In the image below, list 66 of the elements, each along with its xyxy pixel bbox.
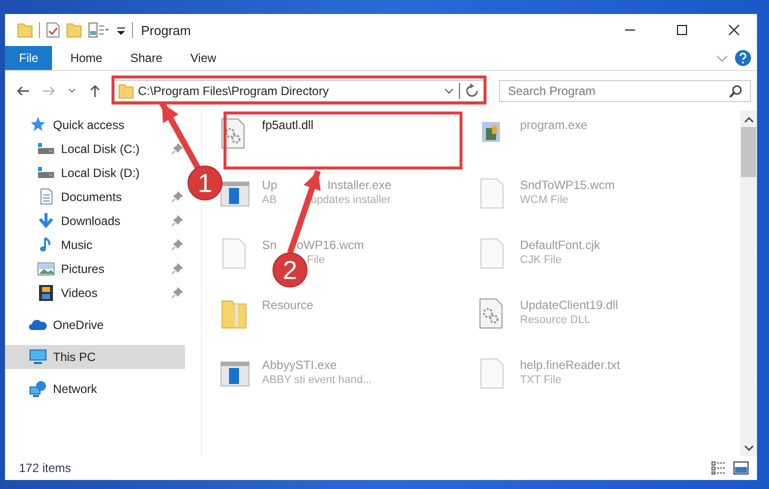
- ribbon-tab[interactable]: Share: [116, 46, 176, 70]
- ribbon-tab[interactable]: File: [5, 46, 52, 70]
- address-bar[interactable]: C:\Program Files\Program Directory: [113, 80, 485, 102]
- ribbon-tab[interactable]: Home: [56, 46, 116, 70]
- sidebar-item[interactable]: Downloads: [5, 209, 185, 233]
- step-badge: 1: [188, 166, 222, 200]
- scrollbar[interactable]: [740, 111, 757, 456]
- search-field[interactable]: Search Program: [499, 80, 751, 102]
- file-name: program.exe: [520, 118, 588, 132]
- pin-icon[interactable]: [171, 287, 183, 299]
- file-name: Sn: [262, 238, 277, 252]
- help-icon[interactable]: [735, 50, 751, 66]
- file-type: ABBY sti event hand...: [262, 374, 372, 386]
- file-type: updates installer: [310, 194, 391, 206]
- download-icon: [37, 212, 55, 230]
- pin-icon[interactable]: [171, 263, 183, 275]
- pin-icon[interactable]: [171, 191, 183, 203]
- sidebar-item[interactable]: Videos: [5, 281, 185, 305]
- sidebar-item[interactable]: Documents: [5, 185, 185, 209]
- scroll-up-icon[interactable]: [744, 115, 754, 123]
- view-options-icon[interactable]: [88, 22, 110, 38]
- pin-icon[interactable]: [171, 239, 183, 251]
- file-type: CJK File: [520, 254, 563, 266]
- file-type: AB: [262, 194, 277, 206]
- scroll-down-icon[interactable]: [744, 444, 754, 452]
- file-name: DefaultFont.cjk: [520, 238, 600, 252]
- file-name: Up: [262, 178, 278, 192]
- file-type: WCM File: [520, 194, 570, 206]
- monitor-icon: [29, 348, 47, 366]
- callout-arrow: [159, 102, 201, 170]
- sidebar-item[interactable]: Music: [5, 233, 185, 257]
- sidebar-item[interactable]: Quick access: [5, 113, 185, 137]
- address-path: C:\Program Files\Program Directory: [138, 84, 329, 98]
- file-name: fp5autl.dll: [262, 118, 314, 132]
- file-name: Installer.exe: [327, 178, 392, 192]
- folder-icon: [118, 83, 134, 99]
- sidebar-item[interactable]: OneDrive: [5, 313, 185, 337]
- sidebar-item[interactable]: Network: [5, 377, 185, 401]
- pin-icon[interactable]: [171, 143, 183, 155]
- large-icons-view-icon[interactable]: [733, 461, 749, 475]
- file-type: Resource DLL: [520, 314, 592, 326]
- sidebar-item[interactable]: Local Disk (C:): [5, 137, 185, 161]
- step-badge: 2: [272, 252, 308, 288]
- film-icon: [37, 284, 55, 302]
- properties-icon[interactable]: [46, 22, 60, 38]
- file-name: help.fineReader.txt: [520, 358, 620, 372]
- window-title: Program: [141, 22, 191, 38]
- file-name: SndToWP15.wcm: [520, 178, 615, 192]
- file-name: UpdateClient19.dll: [520, 298, 618, 312]
- item-count: 172 items: [19, 461, 72, 475]
- scrollbar-thumb[interactable]: [741, 127, 756, 177]
- file-name: Resource: [262, 298, 314, 312]
- sidebar-item[interactable]: Pictures: [5, 257, 185, 281]
- network-icon: [29, 380, 47, 398]
- file-name: oWP16.wcm: [296, 238, 364, 252]
- ribbon-tab[interactable]: View: [176, 46, 230, 70]
- file-name: AbbyySTI.exe: [262, 358, 338, 372]
- picture-icon: [37, 260, 55, 278]
- file-type: File: [307, 254, 325, 266]
- sidebar-item[interactable]: This PC: [5, 345, 185, 369]
- star-icon: [29, 116, 47, 134]
- file-type: TXT File: [520, 374, 562, 386]
- sidebar-item[interactable]: Local Disk (D:): [5, 161, 185, 185]
- details-view-icon[interactable]: [711, 461, 727, 475]
- search-icon[interactable]: [729, 84, 743, 98]
- pin-icon[interactable]: [171, 215, 183, 227]
